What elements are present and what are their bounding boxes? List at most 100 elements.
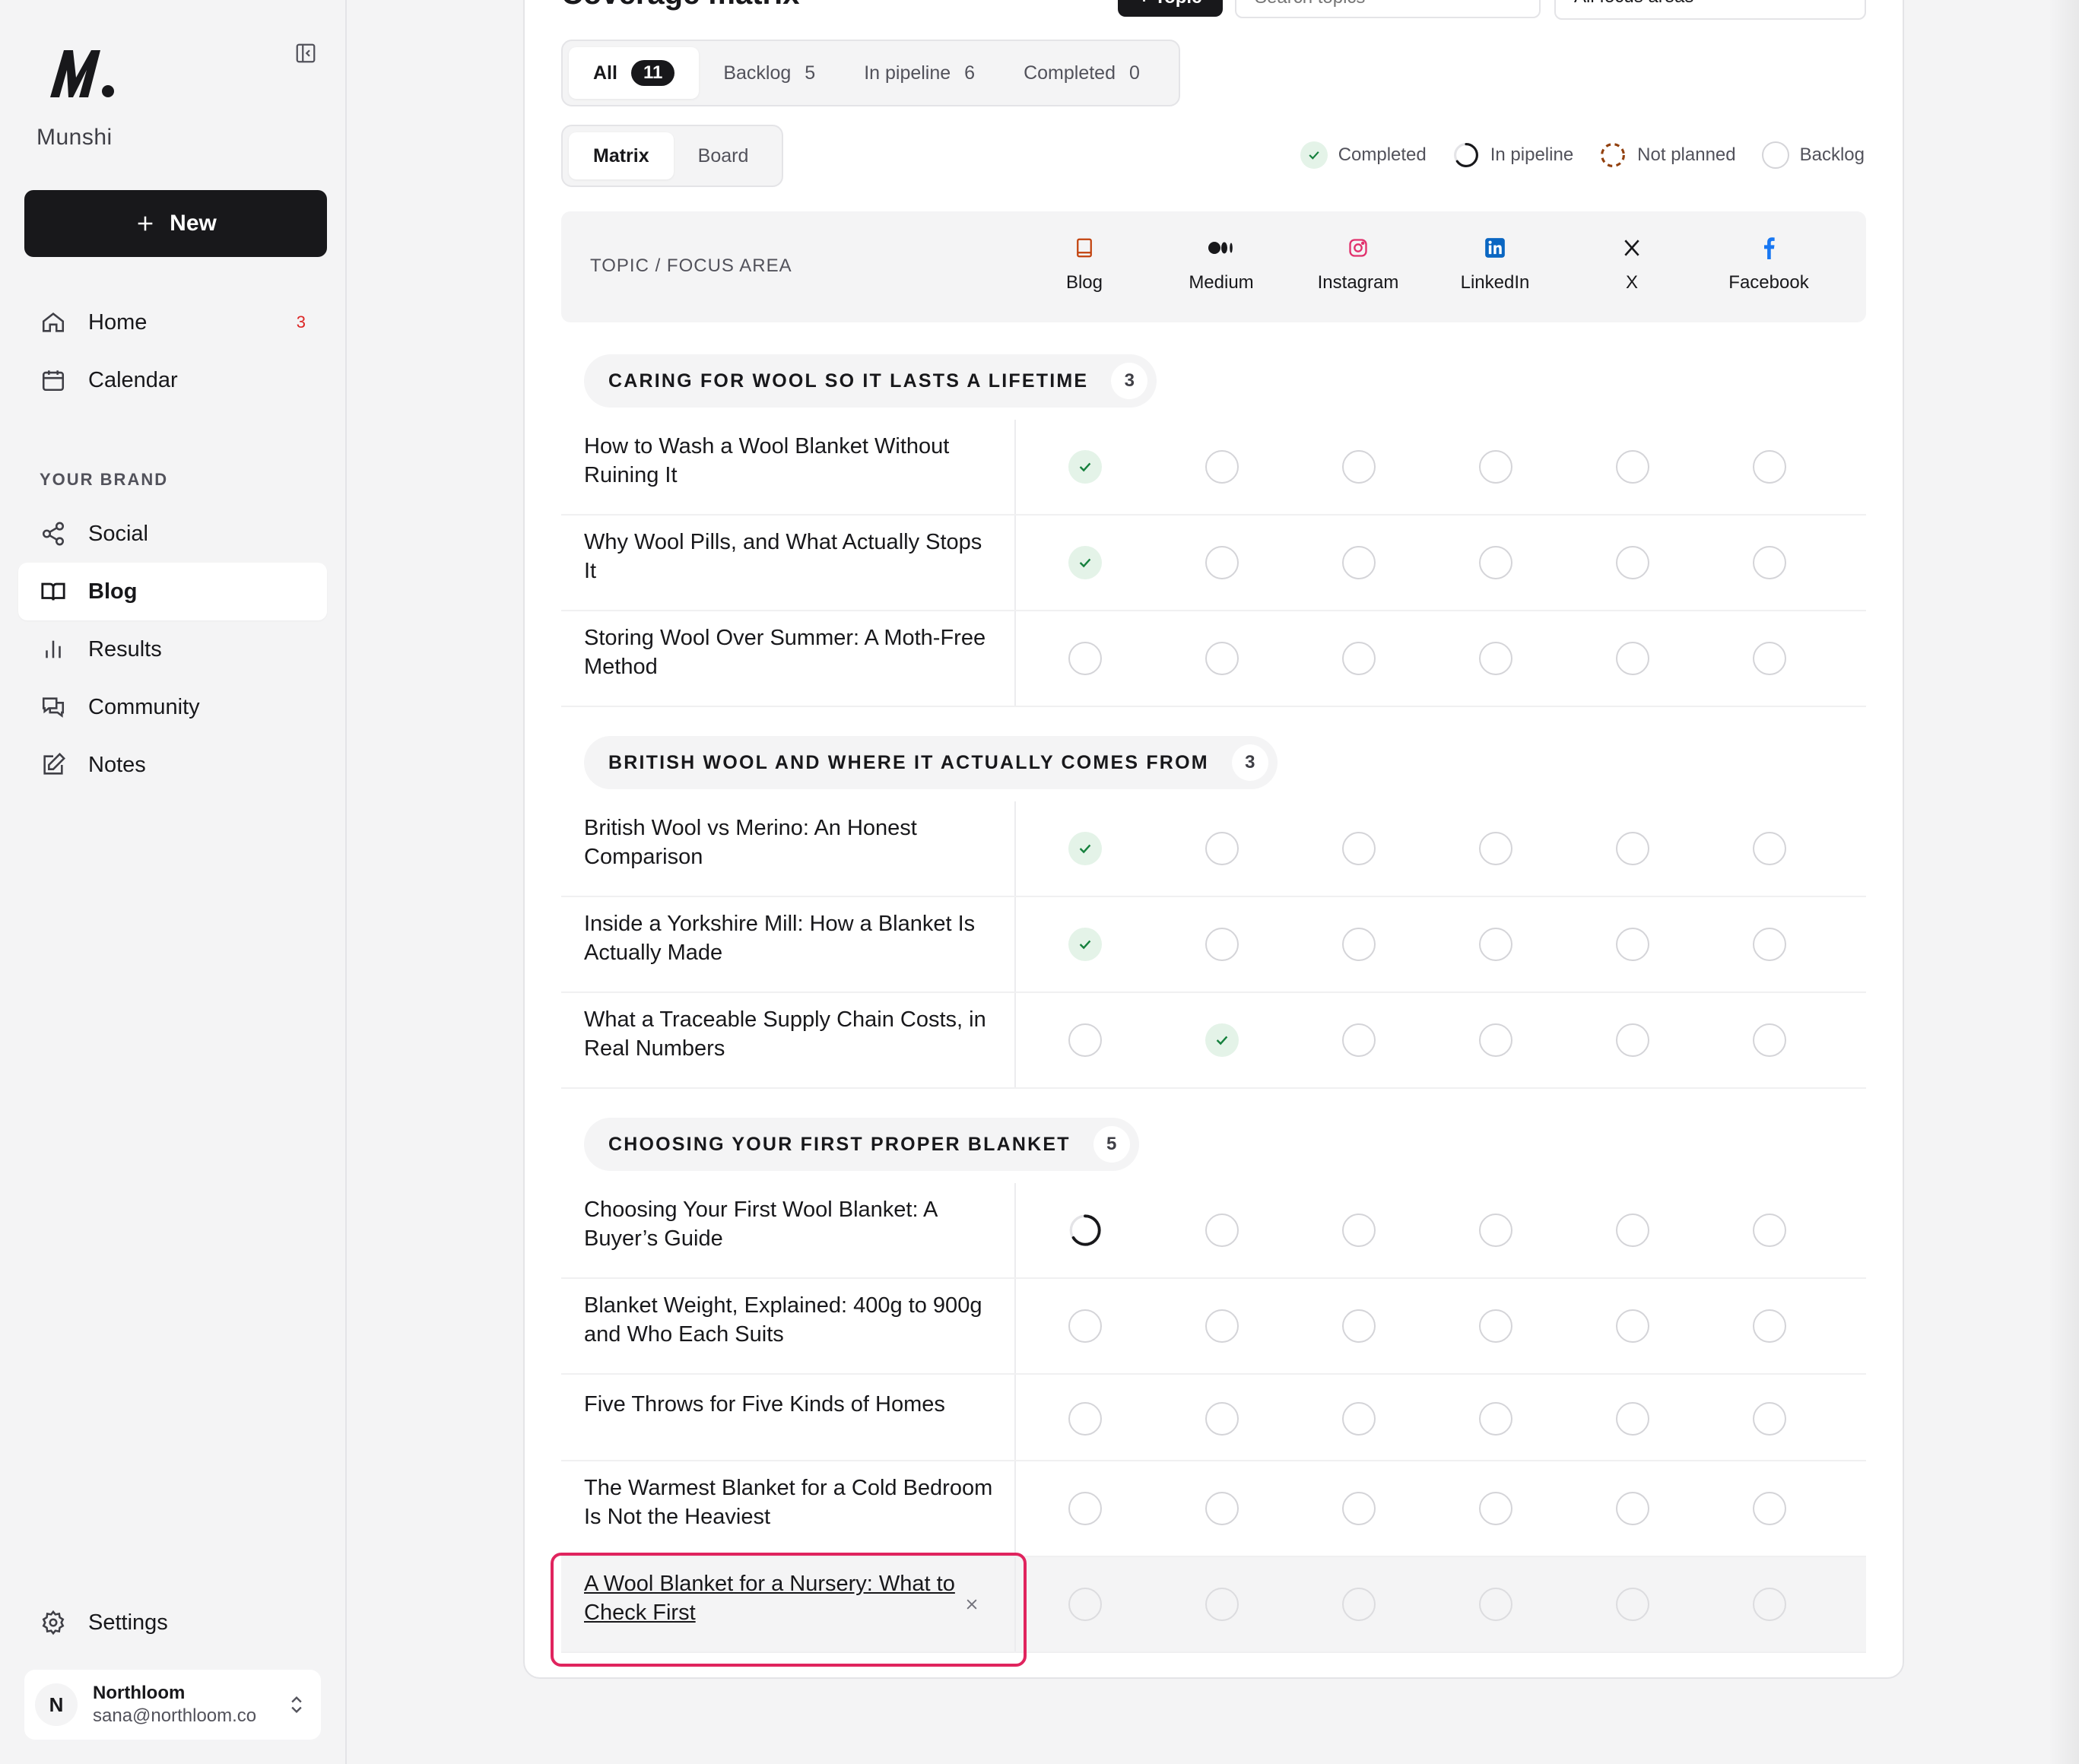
add-topic-button[interactable]: + Topic	[1118, 0, 1223, 17]
topic-title[interactable]: How to Wash a Wool Blanket Without Ruini…	[584, 432, 995, 490]
backlog-status-cell[interactable]	[1205, 642, 1239, 675]
backlog-status-cell[interactable]	[1068, 642, 1102, 675]
search-input[interactable]	[1235, 0, 1541, 18]
sidebar-item-calendar[interactable]: Calendar	[18, 351, 327, 409]
table-row[interactable]: A Wool Blanket for a Nursery: What to Ch…	[561, 1557, 1866, 1653]
backlog-status-cell[interactable]	[1479, 1402, 1512, 1436]
completed-status-cell[interactable]	[1068, 928, 1102, 961]
backlog-status-cell[interactable]	[1479, 1309, 1512, 1343]
backlog-status-cell[interactable]	[1342, 832, 1376, 865]
backlog-status-cell[interactable]	[1205, 832, 1239, 865]
tab-in-pipeline[interactable]: In pipeline 6	[840, 47, 999, 99]
table-row[interactable]: Storing Wool Over Summer: A Moth-Free Me…	[561, 611, 1866, 707]
backlog-status-cell[interactable]	[1753, 1492, 1786, 1525]
table-row[interactable]: How to Wash a Wool Blanket Without Ruini…	[561, 420, 1866, 516]
topic-title[interactable]: Why Wool Pills, and What Actually Stops …	[584, 528, 995, 585]
backlog-status-cell[interactable]	[1342, 450, 1376, 484]
table-row[interactable]: British Wool vs Merino: An Honest Compar…	[561, 801, 1866, 897]
backlog-status-cell[interactable]	[1616, 928, 1649, 961]
backlog-status-cell[interactable]	[1342, 1402, 1376, 1436]
backlog-status-cell[interactable]	[1479, 832, 1512, 865]
collapse-sidebar-button[interactable]	[290, 38, 321, 68]
completed-status-cell[interactable]	[1205, 1023, 1239, 1057]
backlog-status-cell[interactable]	[1205, 1214, 1239, 1247]
sidebar-item-notes[interactable]: Notes	[18, 736, 327, 794]
in-pipeline-status-cell[interactable]	[1068, 1214, 1102, 1247]
backlog-status-cell[interactable]	[1616, 1492, 1649, 1525]
topic-title[interactable]: Inside a Yorkshire Mill: How a Blanket I…	[584, 909, 995, 967]
backlog-status-cell[interactable]	[1205, 1402, 1239, 1436]
backlog-status-cell[interactable]	[1479, 1588, 1512, 1621]
backlog-status-cell[interactable]	[1753, 1214, 1786, 1247]
backlog-status-cell[interactable]	[1753, 1402, 1786, 1436]
focus-area-select[interactable]: All focus areas	[1554, 0, 1866, 20]
backlog-status-cell[interactable]	[1753, 1588, 1786, 1621]
tab-backlog[interactable]: Backlog 5	[699, 47, 840, 99]
topic-title[interactable]: Five Throws for Five Kinds of Homes	[584, 1390, 995, 1419]
table-row[interactable]: Five Throws for Five Kinds of Homes	[561, 1375, 1866, 1461]
tab-matrix[interactable]: Matrix	[569, 132, 674, 179]
topic-title[interactable]: British Wool vs Merino: An Honest Compar…	[584, 814, 995, 871]
sidebar-item-social[interactable]: Social	[18, 505, 327, 563]
backlog-status-cell[interactable]	[1616, 1023, 1649, 1057]
sidebar-item-settings[interactable]: Settings	[18, 1594, 327, 1651]
completed-status-cell[interactable]	[1068, 450, 1102, 484]
account-switcher[interactable]: N Northloom sana@northloom.co	[24, 1670, 321, 1740]
backlog-status-cell[interactable]	[1753, 450, 1786, 484]
backlog-status-cell[interactable]	[1342, 1492, 1376, 1525]
backlog-status-cell[interactable]	[1753, 546, 1786, 579]
backlog-status-cell[interactable]	[1479, 546, 1512, 579]
completed-status-cell[interactable]	[1068, 546, 1102, 579]
backlog-status-cell[interactable]	[1205, 1492, 1239, 1525]
tab-all[interactable]: All 11	[569, 47, 700, 99]
backlog-status-cell[interactable]	[1479, 1492, 1512, 1525]
tab-completed[interactable]: Completed 0	[999, 47, 1164, 99]
topic-title[interactable]: A Wool Blanket for a Nursery: What to Ch…	[584, 1569, 995, 1627]
table-row[interactable]: Why Wool Pills, and What Actually Stops …	[561, 516, 1866, 611]
backlog-status-cell[interactable]	[1479, 928, 1512, 961]
backlog-status-cell[interactable]	[1205, 1309, 1239, 1343]
sidebar-item-home[interactable]: Home 3	[18, 293, 327, 351]
table-row[interactable]: Inside a Yorkshire Mill: How a Blanket I…	[561, 897, 1866, 993]
backlog-status-cell[interactable]	[1205, 928, 1239, 961]
backlog-status-cell[interactable]	[1342, 1023, 1376, 1057]
backlog-status-cell[interactable]	[1068, 1023, 1102, 1057]
backlog-status-cell[interactable]	[1342, 642, 1376, 675]
table-row[interactable]: Choosing Your First Wool Blanket: A Buye…	[561, 1183, 1866, 1279]
backlog-status-cell[interactable]	[1205, 546, 1239, 579]
backlog-status-cell[interactable]	[1479, 1023, 1512, 1057]
backlog-status-cell[interactable]	[1342, 1214, 1376, 1247]
sidebar-item-blog[interactable]: Blog	[18, 563, 327, 620]
backlog-status-cell[interactable]	[1342, 1588, 1376, 1621]
table-row[interactable]: What a Traceable Supply Chain Costs, in …	[561, 993, 1866, 1089]
completed-status-cell[interactable]	[1068, 832, 1102, 865]
backlog-status-cell[interactable]	[1616, 832, 1649, 865]
remove-topic-button[interactable]	[960, 1592, 984, 1616]
backlog-status-cell[interactable]	[1616, 546, 1649, 579]
backlog-status-cell[interactable]	[1753, 1309, 1786, 1343]
backlog-status-cell[interactable]	[1616, 1402, 1649, 1436]
sidebar-item-community[interactable]: Community	[18, 678, 327, 736]
backlog-status-cell[interactable]	[1205, 450, 1239, 484]
backlog-status-cell[interactable]	[1068, 1492, 1102, 1525]
backlog-status-cell[interactable]	[1753, 642, 1786, 675]
sidebar-item-results[interactable]: Results	[18, 620, 327, 678]
backlog-status-cell[interactable]	[1753, 832, 1786, 865]
table-row[interactable]: The Warmest Blanket for a Cold Bedroom I…	[561, 1461, 1866, 1557]
backlog-status-cell[interactable]	[1616, 450, 1649, 484]
backlog-status-cell[interactable]	[1068, 1588, 1102, 1621]
table-row[interactable]: Blanket Weight, Explained: 400g to 900g …	[561, 1279, 1866, 1375]
new-button[interactable]: New	[24, 190, 327, 257]
backlog-status-cell[interactable]	[1342, 928, 1376, 961]
backlog-status-cell[interactable]	[1753, 928, 1786, 961]
backlog-status-cell[interactable]	[1205, 1588, 1239, 1621]
munshi-logo-icon[interactable]	[47, 44, 116, 102]
topic-title[interactable]: Blanket Weight, Explained: 400g to 900g …	[584, 1291, 995, 1349]
backlog-status-cell[interactable]	[1616, 1214, 1649, 1247]
backlog-status-cell[interactable]	[1068, 1402, 1102, 1436]
topic-title[interactable]: What a Traceable Supply Chain Costs, in …	[584, 1005, 995, 1063]
backlog-status-cell[interactable]	[1616, 1588, 1649, 1621]
backlog-status-cell[interactable]	[1342, 546, 1376, 579]
topic-title[interactable]: Storing Wool Over Summer: A Moth-Free Me…	[584, 623, 995, 681]
backlog-status-cell[interactable]	[1479, 450, 1512, 484]
